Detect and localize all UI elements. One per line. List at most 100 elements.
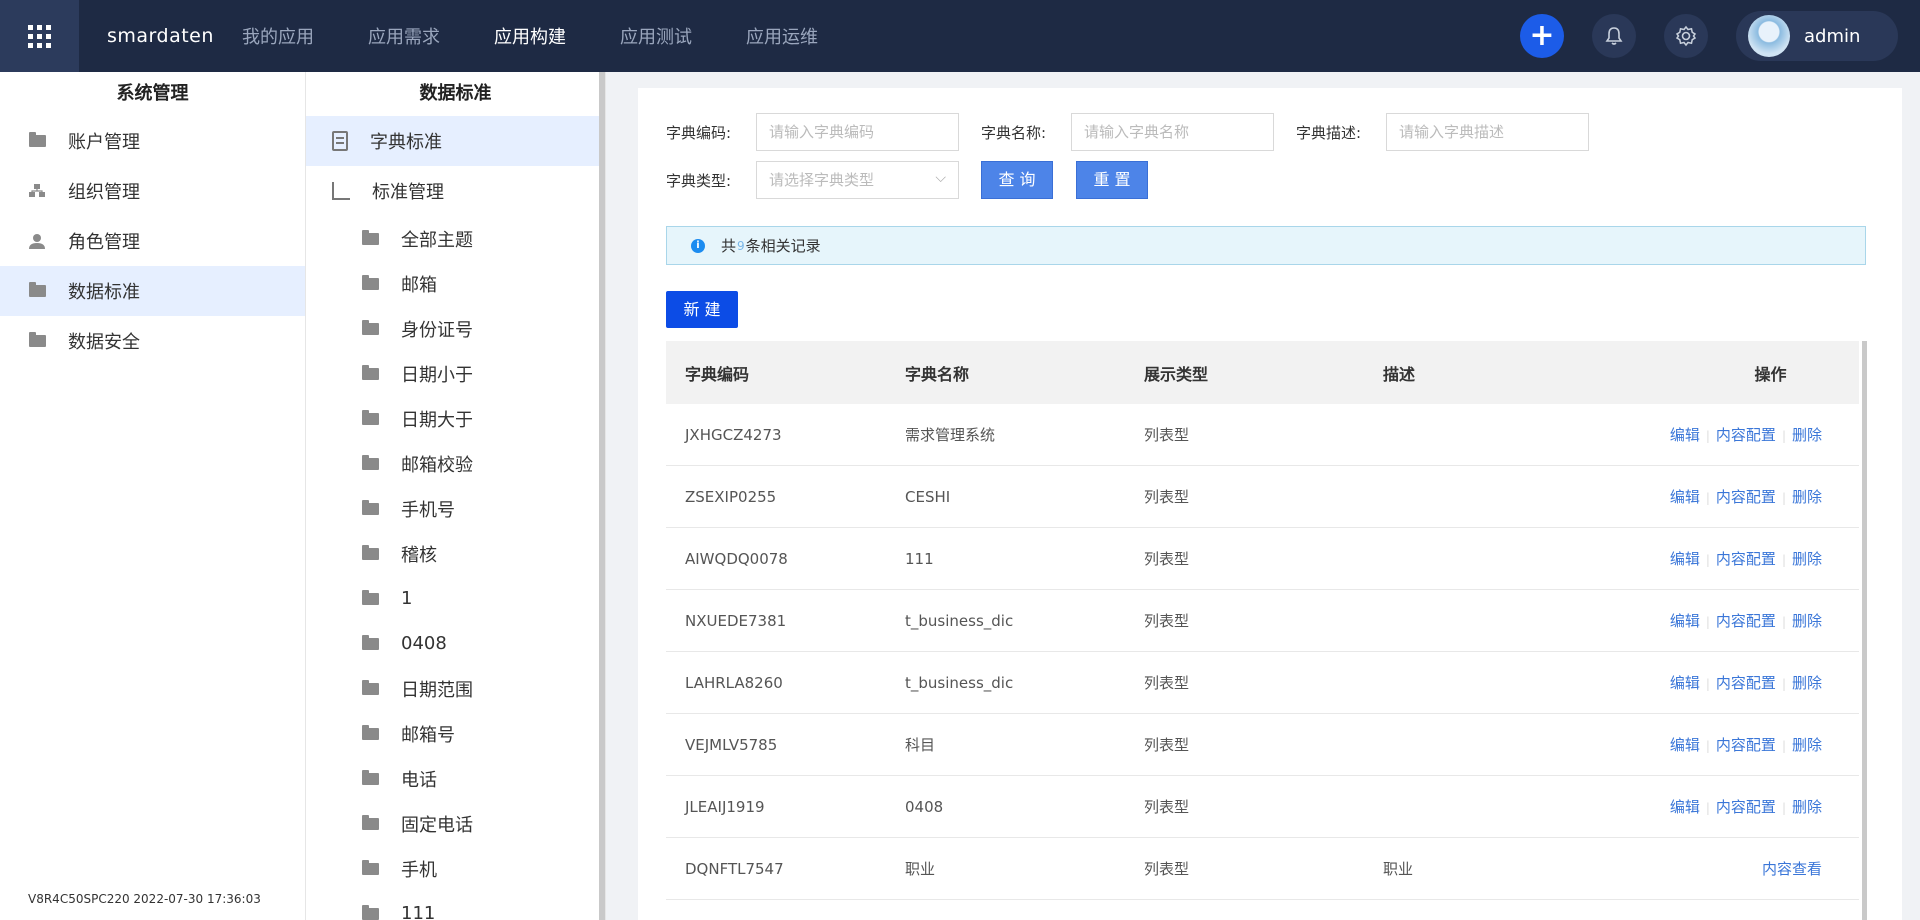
tree-subitem[interactable]: 日期小于: [306, 351, 605, 396]
table-row: VEJMLV5785 科目 列表型 编辑 | 内容配置 | 删除: [666, 714, 1859, 776]
desc-label: 字典描述:: [1296, 123, 1362, 142]
sidebar-item-data-security[interactable]: 数据安全: [0, 316, 305, 366]
table-scrollbar[interactable]: [1862, 341, 1867, 920]
edit-link[interactable]: 编辑: [1670, 674, 1700, 692]
cell-type: 列表型: [1144, 550, 1190, 568]
delete-link[interactable]: 删除: [1792, 674, 1822, 692]
sidebar-item-data-standard[interactable]: 数据标准: [0, 266, 305, 316]
tree-subitem[interactable]: 电话: [306, 756, 605, 801]
tree-subitem-label: 身份证号: [401, 319, 473, 341]
tree-subitem[interactable]: 全部主题: [306, 216, 605, 261]
tree-subitem[interactable]: 邮箱: [306, 261, 605, 306]
delete-link[interactable]: 删除: [1792, 426, 1822, 444]
sidebar-item-label: 数据安全: [68, 332, 140, 353]
folder-icon: [362, 544, 379, 560]
cell-type: 列表型: [1144, 798, 1190, 816]
notification-button[interactable]: [1592, 14, 1636, 58]
cell-type: 列表型: [1144, 426, 1190, 444]
reset-button[interactable]: 重 置: [1076, 161, 1148, 199]
code-label: 字典编码:: [666, 123, 732, 142]
user-menu[interactable]: admin: [1736, 11, 1898, 61]
table-row: JXHGCZ4273 需求管理系统 列表型 编辑 | 内容配置 | 删除: [666, 404, 1859, 466]
sidebar-item-organization[interactable]: 组织管理: [0, 166, 305, 216]
edit-link[interactable]: 编辑: [1670, 426, 1700, 444]
tree-subitem[interactable]: 手机: [306, 846, 605, 891]
tree-subitem-label: 邮箱号: [401, 724, 455, 746]
query-button[interactable]: 查 询: [981, 161, 1053, 199]
nav-app-requirements[interactable]: 应用需求: [368, 23, 440, 49]
folder-icon: [362, 589, 379, 605]
delete-link[interactable]: 删除: [1792, 488, 1822, 506]
nav-app-build[interactable]: 应用构建: [494, 23, 566, 49]
tree-item-dictionary-standard[interactable]: 字典标准: [306, 116, 605, 166]
tree-subitem[interactable]: 1: [306, 576, 605, 621]
edit-link[interactable]: 编辑: [1670, 550, 1700, 568]
folder-icon: [362, 364, 379, 380]
tree-subitem-label: 固定电话: [401, 814, 473, 836]
folder-icon: [362, 229, 379, 245]
add-button[interactable]: +: [1520, 14, 1564, 58]
desc-input[interactable]: 请输入字典描述: [1386, 113, 1589, 151]
folder-icon: [362, 454, 379, 470]
content-config-link[interactable]: 内容配置: [1716, 674, 1776, 692]
cell-actions: 编辑 | 内容配置 | 删除: [1622, 610, 1859, 631]
tree-subitem-label: 日期大于: [401, 409, 473, 431]
tree-subitem[interactable]: 身份证号: [306, 306, 605, 351]
count-prefix: 共: [721, 237, 737, 255]
cell-type: 列表型: [1144, 674, 1190, 692]
action-divider: |: [1781, 553, 1786, 567]
app-grid-button[interactable]: [0, 0, 79, 72]
sidebar-item-roles[interactable]: 角色管理: [0, 216, 305, 266]
tree-item-standard-management[interactable]: 标准管理: [306, 166, 605, 216]
action-divider: |: [1781, 491, 1786, 505]
delete-link[interactable]: 删除: [1792, 736, 1822, 754]
tree-subitem[interactable]: 日期大于: [306, 396, 605, 441]
nav-my-apps[interactable]: 我的应用: [242, 23, 314, 49]
type-select[interactable]: 请选择字典类型: [756, 160, 959, 199]
col-header-type: 展示类型: [1144, 364, 1209, 384]
tree-subitem[interactable]: 111: [306, 891, 605, 920]
edit-link[interactable]: 编辑: [1670, 612, 1700, 630]
code-input[interactable]: 请输入字典编码: [756, 113, 959, 151]
content-config-link[interactable]: 内容配置: [1716, 550, 1776, 568]
folder-icon: [28, 132, 46, 150]
settings-button[interactable]: [1664, 14, 1708, 58]
tree-subitem[interactable]: 日期范围: [306, 666, 605, 711]
edit-link[interactable]: 编辑: [1670, 488, 1700, 506]
tree-subitem-label: 1: [401, 588, 413, 609]
edit-link[interactable]: 编辑: [1670, 798, 1700, 816]
sidebar-item-label: 组织管理: [68, 182, 140, 203]
sidebar-item-accounts[interactable]: 账户管理: [0, 116, 305, 166]
username: admin: [1804, 25, 1861, 47]
tree-subitem[interactable]: 邮箱号: [306, 711, 605, 756]
new-button[interactable]: 新 建: [666, 291, 738, 328]
tree-subitem[interactable]: 邮箱校验: [306, 441, 605, 486]
delete-link[interactable]: 删除: [1792, 798, 1822, 816]
table-row: ZSEXIP0255 CESHI 列表型 编辑 | 内容配置 | 删除: [666, 466, 1859, 528]
content-config-link[interactable]: 内容配置: [1716, 736, 1776, 754]
content-config-link[interactable]: 内容配置: [1716, 612, 1776, 630]
cell-name: 111: [905, 549, 934, 568]
content-config-link[interactable]: 内容配置: [1716, 798, 1776, 816]
action-divider: |: [1705, 801, 1710, 815]
content-config-link[interactable]: 内容配置: [1716, 426, 1776, 444]
edit-link[interactable]: 编辑: [1670, 736, 1700, 754]
nav-app-test[interactable]: 应用测试: [620, 23, 692, 49]
main-content: 字典编码: 请输入字典编码 字典名称: 请输入字典名称 字典描述: 请输入字典描…: [638, 88, 1902, 920]
tree-subitem[interactable]: 0408: [306, 621, 605, 666]
tree-subitem-label: 111: [401, 903, 436, 920]
view-content-link[interactable]: 内容查看: [1762, 860, 1822, 878]
delete-link[interactable]: 删除: [1792, 550, 1822, 568]
name-input[interactable]: 请输入字典名称: [1071, 113, 1274, 151]
tree-subitem[interactable]: 稽核: [306, 531, 605, 576]
avatar: [1748, 15, 1790, 57]
panel-scrollbar[interactable]: [599, 72, 605, 920]
content-config-link[interactable]: 内容配置: [1716, 488, 1776, 506]
cell-name: t_business_dic: [905, 611, 1014, 630]
tree-subitem[interactable]: 手机号: [306, 486, 605, 531]
delete-link[interactable]: 删除: [1792, 612, 1822, 630]
tree-subitem[interactable]: 固定电话: [306, 801, 605, 846]
cell-code: VEJMLV5785: [685, 735, 778, 754]
nav-app-ops[interactable]: 应用运维: [746, 23, 818, 49]
folder-icon: [362, 724, 379, 740]
